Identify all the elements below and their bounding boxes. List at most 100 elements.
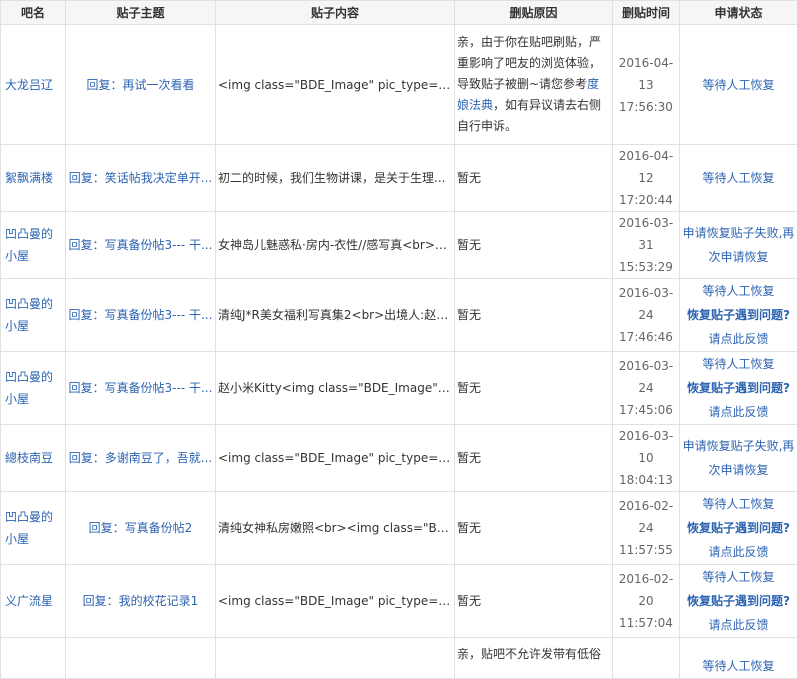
feedback-link[interactable]: 请点此反馈 — [682, 400, 795, 424]
reason-text: 暂无 — [457, 451, 481, 465]
status-primary[interactable]: 等待人工恢复 — [682, 279, 795, 303]
delete-reason: 暂无 — [455, 212, 613, 279]
topic-link[interactable]: 回复：写真备份帖3--- 干... — [66, 279, 216, 352]
apply-status[interactable]: 申请恢复贴子失败,再次申请恢复 — [680, 212, 797, 279]
delete-date: 2016-02-24 — [615, 495, 677, 539]
reason-text: 亲，由于你在贴吧刷贴，严重影响了吧友的浏览体验，导致贴子被删~请您参考 — [457, 35, 601, 91]
status-issue[interactable]: 恢复贴子遇到问题? — [682, 516, 795, 540]
header-status: 申请状态 — [680, 1, 797, 25]
reason-text: 暂无 — [457, 171, 481, 185]
delete-time: 2016-03-3115:53:29 — [613, 212, 680, 279]
header-forum: 吧名 — [1, 1, 66, 25]
post-content — [216, 638, 455, 679]
reason-text: 暂无 — [457, 308, 481, 322]
table-row: 凹凸曼的小屋 回复：写真备份帖3--- 干... 女神岛儿魅惑私·房内-衣性//… — [1, 212, 797, 279]
delete-clock: 17:45:06 — [615, 399, 677, 421]
status-issue[interactable]: 恢复贴子遇到问题? — [682, 303, 795, 327]
table-row: 亲，贴吧不允许发带有低俗 等待人工恢复 — [1, 638, 797, 679]
delete-date: 2016-02-20 — [615, 568, 677, 612]
delete-clock: 17:20:44 — [615, 189, 677, 211]
status-issue[interactable]: 恢复贴子遇到问题? — [682, 589, 795, 613]
table-row: 大龙吕辽 回复：再试一次看看 <img class="BDE_Image" pi… — [1, 25, 797, 145]
delete-reason: 暂无 — [455, 279, 613, 352]
forum-link[interactable]: 總枝南豆 — [1, 425, 66, 492]
header-content: 贴子内容 — [216, 1, 455, 25]
forum-link[interactable]: 大龙吕辽 — [1, 25, 66, 145]
table-row: 凹凸曼的小屋 回复：写真备份帖2 清纯女神私房嫩照<br><img class=… — [1, 492, 797, 565]
header-topic: 贴子主题 — [66, 1, 216, 25]
delete-reason: 暂无 — [455, 145, 613, 212]
table-row: 絮飘满楼 回复：笑话帖我决定单开... 初二的时候，我们生物讲课，是关于生理..… — [1, 145, 797, 212]
apply-status[interactable]: 申请恢复贴子失败,再次申请恢复 — [680, 425, 797, 492]
post-content: 清纯女神私房嫩照<br><img class="BDE_... — [216, 492, 455, 565]
delete-reason: 暂无 — [455, 492, 613, 565]
status-primary[interactable]: 申请恢复贴子失败,再次申请恢复 — [682, 434, 795, 482]
apply-status[interactable]: 等待人工恢复恢复贴子遇到问题?请点此反馈 — [680, 492, 797, 565]
post-content: <img class="BDE_Image" pic_type="1" w... — [216, 425, 455, 492]
table-row: 總枝南豆 回复：多谢南豆了，吾就... <img class="BDE_Imag… — [1, 425, 797, 492]
delete-clock: 11:57:04 — [615, 612, 677, 634]
status-primary[interactable]: 等待人工恢复 — [682, 492, 795, 516]
topic-link[interactable]: 回复：写真备份帖3--- 干... — [66, 352, 216, 425]
feedback-link[interactable]: 请点此反馈 — [682, 327, 795, 351]
header-reason: 删贴原因 — [455, 1, 613, 25]
status-primary[interactable]: 等待人工恢复 — [682, 73, 795, 97]
delete-date: 2016-03-10 — [615, 425, 677, 469]
apply-status[interactable]: 等待人工恢复 — [680, 25, 797, 145]
apply-status[interactable]: 等待人工恢复 — [680, 145, 797, 212]
apply-status[interactable]: 等待人工恢复恢复贴子遇到问题?请点此反馈 — [680, 279, 797, 352]
delete-date: 2016-04-13 — [615, 52, 677, 96]
status-primary[interactable]: 等待人工恢复 — [682, 166, 795, 190]
delete-clock: 18:04:13 — [615, 469, 677, 491]
delete-time: 2016-02-2411:57:55 — [613, 492, 680, 565]
apply-status[interactable]: 等待人工恢复恢复贴子遇到问题?请点此反馈 — [680, 352, 797, 425]
status-primary[interactable]: 等待人工恢复 — [682, 352, 795, 376]
feedback-link[interactable]: 请点此反馈 — [682, 613, 795, 637]
delete-clock: 15:53:29 — [615, 256, 677, 278]
delete-clock: 17:56:30 — [615, 96, 677, 118]
delete-clock: 11:57:55 — [615, 539, 677, 561]
topic-link[interactable]: 回复：多谢南豆了，吾就... — [66, 425, 216, 492]
topic-link[interactable]: 回复：写真备份帖2 — [66, 492, 216, 565]
reason-text: 亲，贴吧不允许发带有低俗 — [457, 647, 601, 661]
delete-date: 2016-03-24 — [615, 355, 677, 399]
delete-date: 2016-03-24 — [615, 282, 677, 326]
delete-reason: 亲，贴吧不允许发带有低俗 — [455, 638, 613, 679]
delete-date: 2016-03-31 — [615, 212, 677, 256]
status-primary[interactable]: 等待人工恢复 — [682, 565, 795, 589]
forum-link[interactable]: 凹凸曼的小屋 — [1, 352, 66, 425]
topic-link[interactable]: 回复：写真备份帖3--- 干... — [66, 212, 216, 279]
deleted-posts-table: 吧名 贴子主题 贴子内容 删贴原因 删贴时间 申请状态 大龙吕辽 回复：再试一次… — [0, 0, 797, 679]
topic-link[interactable] — [66, 638, 216, 679]
feedback-link[interactable]: 请点此反馈 — [682, 540, 795, 564]
post-content: <img class="BDE_Image" pic_type="1" w... — [216, 25, 455, 145]
delete-reason: 暂无 — [455, 352, 613, 425]
topic-link[interactable]: 回复：笑话帖我决定单开... — [66, 145, 216, 212]
status-issue[interactable]: 恢复贴子遇到问题? — [682, 376, 795, 400]
apply-status[interactable]: 等待人工恢复 — [680, 638, 797, 679]
status-primary[interactable]: 等待人工恢复 — [682, 654, 795, 678]
delete-date: 2016-04-12 — [615, 145, 677, 189]
topic-link[interactable]: 回复：再试一次看看 — [66, 25, 216, 145]
table-header-row: 吧名 贴子主题 贴子内容 删贴原因 删贴时间 申请状态 — [1, 1, 797, 25]
forum-link[interactable]: 絮飘满楼 — [1, 145, 66, 212]
reason-text: 暂无 — [457, 521, 481, 535]
status-primary[interactable]: 申请恢复贴子失败,再次申请恢复 — [682, 221, 795, 269]
delete-time: 2016-03-2417:45:06 — [613, 352, 680, 425]
forum-link[interactable]: 凹凸曼的小屋 — [1, 212, 66, 279]
reason-text: 暂无 — [457, 594, 481, 608]
header-time: 删贴时间 — [613, 1, 680, 25]
delete-time: 2016-03-2417:46:46 — [613, 279, 680, 352]
forum-link[interactable]: 凹凸曼的小屋 — [1, 492, 66, 565]
reason-text: 暂无 — [457, 238, 481, 252]
post-content: 女神岛儿魅惑私·房内-衣性//感写真<br><i... — [216, 212, 455, 279]
post-content: 清纯J*R美女福利写真集2<br>出境人:赵小... — [216, 279, 455, 352]
forum-link[interactable]: 凹凸曼的小屋 — [1, 279, 66, 352]
delete-clock: 17:46:46 — [615, 326, 677, 348]
table-row: 凹凸曼的小屋 回复：写真备份帖3--- 干... 清纯J*R美女福利写真集2<b… — [1, 279, 797, 352]
forum-link[interactable] — [1, 638, 66, 679]
delete-time — [613, 638, 680, 679]
reason-text: 暂无 — [457, 381, 481, 395]
delete-reason: 暂无 — [455, 425, 613, 492]
post-content: 赵小米Kitty<img class="BDE_Image" pic... — [216, 352, 455, 425]
